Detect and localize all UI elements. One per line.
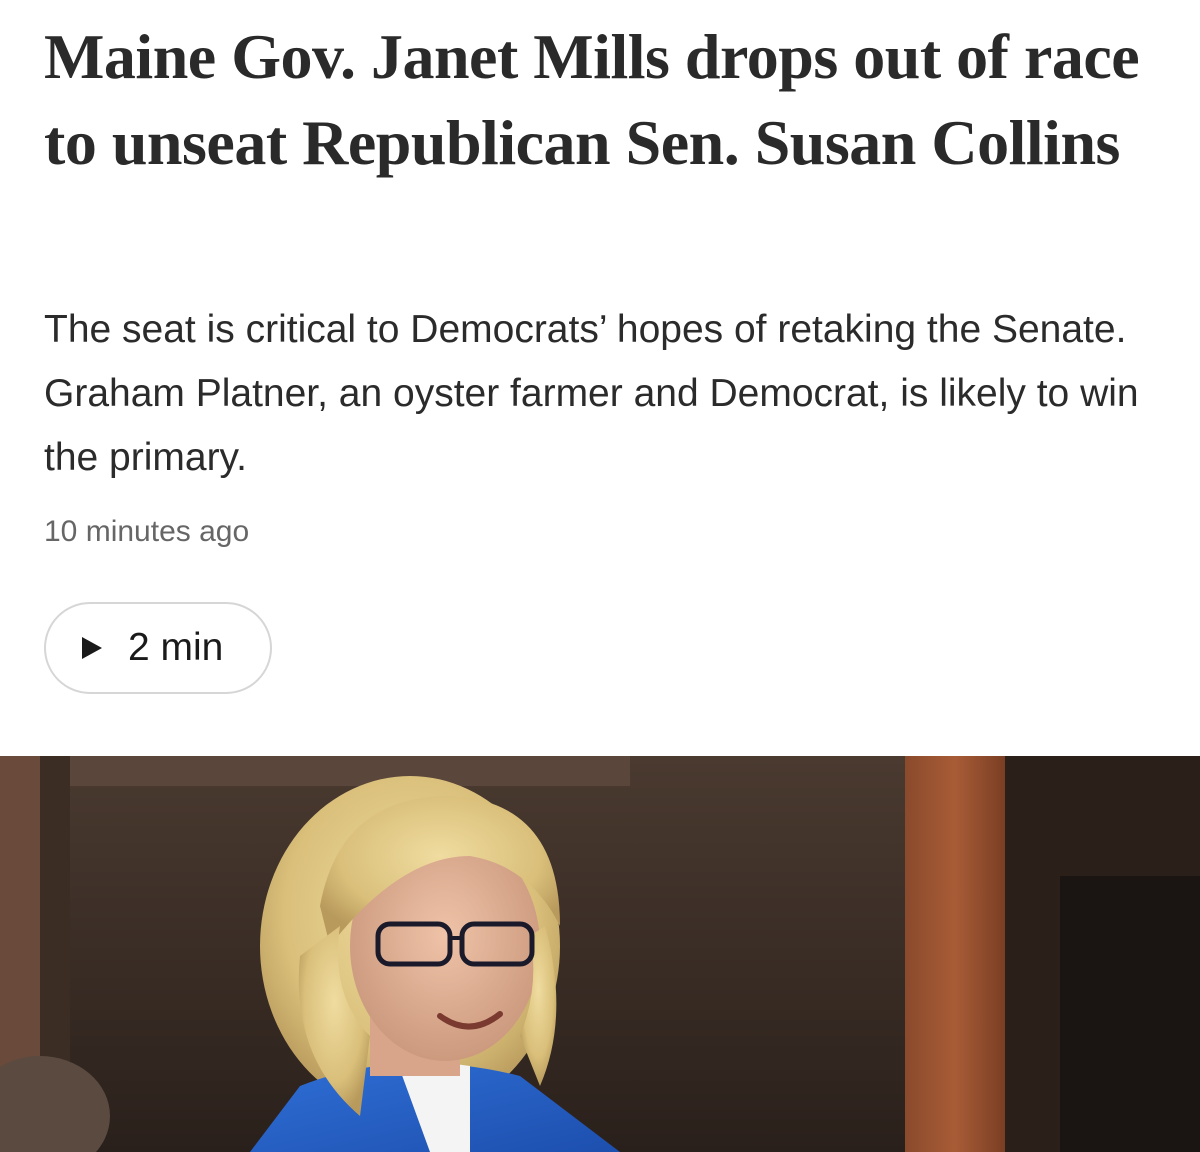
listen-button[interactable]: 2 min xyxy=(44,602,272,694)
article-photo[interactable] xyxy=(0,756,1200,1152)
photo-illustration xyxy=(0,756,1200,1152)
headline[interactable]: Maine Gov. Janet Mills drops out of race… xyxy=(44,14,1174,186)
dek-summary: The seat is critical to Democrats’ hopes… xyxy=(44,308,1139,479)
timestamp: 10 minutes ago xyxy=(44,515,250,548)
article: Maine Gov. Janet Mills drops out of race… xyxy=(0,0,1200,1152)
play-icon xyxy=(82,637,102,659)
listen-duration-label: 2 min xyxy=(128,626,224,669)
